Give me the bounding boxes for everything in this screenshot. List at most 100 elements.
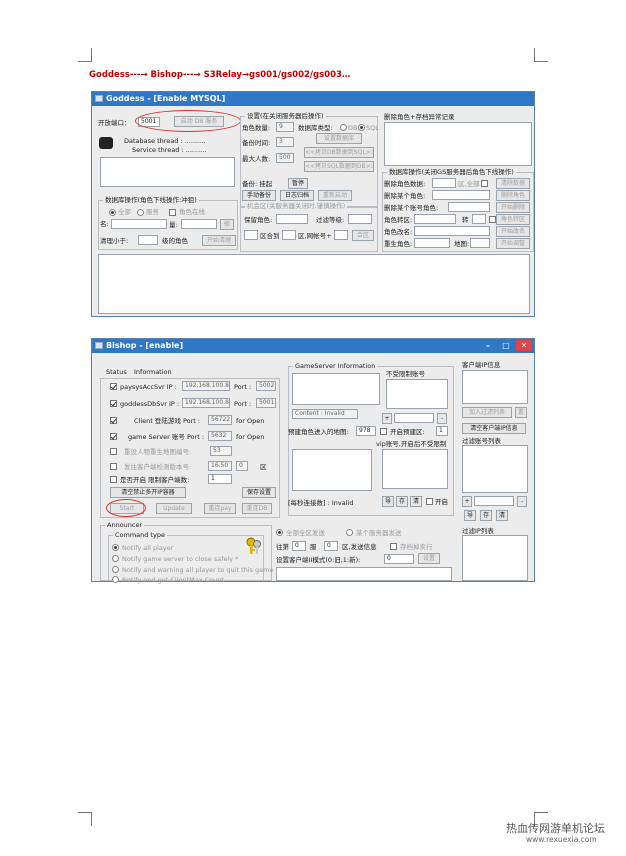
gs-port-input[interactable]: 5632 — [208, 431, 232, 441]
start-delete-button[interactable]: 开始删除 — [496, 202, 530, 213]
maximize-icon[interactable]: □ — [498, 340, 514, 351]
set-client-input[interactable]: 0 — [384, 554, 414, 564]
db-radio[interactable] — [340, 124, 347, 131]
remove-no-limit-button[interactable]: - — [437, 413, 447, 424]
clear-level-input[interactable] — [138, 235, 158, 245]
copy-sql-to-db-button[interactable]: <<拷贝SQL数据到DB>> — [304, 161, 374, 172]
max-people-input[interactable]: 500 — [276, 153, 294, 163]
keep-role-input[interactable] — [276, 214, 308, 224]
goddess-port-input[interactable]: 5001 — [256, 398, 276, 408]
reconnect-db-button[interactable]: 重连DB — [242, 503, 272, 514]
filter-import-button[interactable]: 导 — [464, 510, 476, 521]
minimize-icon[interactable]: – — [480, 340, 496, 351]
delete-role-button[interactable]: 删除角色 — [496, 190, 530, 201]
name-input[interactable] — [111, 219, 167, 229]
restart-button[interactable]: 重新启动 — [318, 190, 352, 201]
sql-radio[interactable] — [358, 124, 365, 131]
paysys-port-input[interactable]: 5002 — [256, 381, 276, 391]
no-limit-input[interactable] — [394, 413, 434, 423]
client-port-input[interactable]: 56722 — [208, 415, 232, 425]
log-archive-button[interactable]: 日志归档 — [280, 190, 314, 201]
reset-map-check[interactable] — [110, 448, 117, 455]
save-drop-check[interactable] — [390, 543, 397, 550]
announce-input[interactable] — [276, 567, 452, 581]
version-input[interactable]: 16.50 — [208, 461, 232, 471]
preset-map-input[interactable]: 978 — [356, 426, 376, 436]
some-server-radio[interactable] — [346, 529, 353, 536]
to-input[interactable]: 0 — [292, 541, 306, 551]
notify-count-radio[interactable] — [112, 576, 119, 583]
zone-all-check[interactable] — [481, 180, 488, 187]
open-limit-check[interactable] — [110, 476, 117, 483]
top-button[interactable]: 置 — [515, 407, 527, 418]
gs-port-check[interactable] — [110, 433, 117, 440]
goddess-ip-input[interactable]: 192.168.100.8 — [182, 398, 230, 408]
all-radio[interactable] — [109, 209, 116, 216]
zone-from-input[interactable] — [244, 230, 258, 240]
info-tab[interactable]: Information — [134, 368, 172, 376]
set-db-button[interactable]: 设置数据库 — [316, 133, 362, 144]
role-transfer-input[interactable] — [414, 214, 456, 224]
reset-map-input[interactable]: 53 — [210, 446, 232, 456]
version-zero-input[interactable]: 0 — [236, 461, 248, 471]
role-rename-input[interactable] — [414, 226, 490, 236]
zone-to-input[interactable] — [282, 230, 296, 240]
filter-acct-input[interactable] — [474, 496, 514, 506]
role-online-check[interactable] — [169, 209, 176, 216]
paysys-check[interactable] — [110, 383, 117, 390]
notify-all-radio[interactable] — [112, 544, 119, 551]
goddess-db-check[interactable] — [110, 400, 117, 407]
delete-zone-input[interactable] — [432, 178, 456, 188]
clear-data-button[interactable]: 清除数据 — [496, 178, 530, 189]
start-adjust-button[interactable]: 开始调整 — [496, 238, 530, 249]
filter-level-input[interactable] — [348, 214, 372, 224]
server-radio[interactable] — [137, 209, 144, 216]
server-input[interactable]: 0 — [324, 541, 338, 551]
open-create-input[interactable]: 1 — [436, 426, 448, 436]
role-count-input[interactable]: 9 — [276, 122, 294, 132]
client-port-check[interactable] — [110, 417, 117, 424]
set-button[interactable]: 设置 — [418, 553, 440, 564]
cost-button[interactable]: 修 — [220, 219, 234, 230]
manual-backup-button[interactable]: 手动备份 — [242, 190, 276, 201]
reconnect-pay-button[interactable]: 重连pay — [204, 503, 236, 514]
start-clear-button[interactable]: 开始清理 — [202, 235, 236, 246]
amount-input[interactable] — [181, 219, 217, 229]
notify-close-radio[interactable] — [112, 555, 119, 562]
pause-button[interactable]: 暂停 — [288, 178, 308, 189]
delete-acct-input[interactable] — [448, 202, 490, 212]
start-rename-button[interactable]: 开始改名 — [496, 226, 530, 237]
notify-quit-radio[interactable] — [112, 566, 119, 573]
open-small-check[interactable] — [426, 498, 433, 505]
copy-db-to-sql-button[interactable]: <<拷贝DB数据到SQL>> — [304, 147, 374, 158]
all-zone-radio[interactable] — [276, 529, 283, 536]
filter-clear-button[interactable]: 清 — [496, 510, 508, 521]
transfer-check[interactable] — [489, 216, 496, 223]
version-check[interactable] — [110, 463, 117, 470]
paysys-ip-input[interactable]: 192.168.100.8 — [182, 381, 230, 391]
add-filter-button[interactable]: 加入过滤列表 — [462, 407, 512, 418]
clear-client-ip-button[interactable]: 清空客户端IP信息 — [462, 423, 526, 434]
rebirth-role-input[interactable] — [414, 238, 450, 248]
save-settings-button[interactable]: 保存设置 — [242, 487, 276, 498]
delete-role-input[interactable] — [432, 190, 490, 200]
open-create-check[interactable] — [380, 428, 387, 435]
save-small-button[interactable]: 存 — [396, 496, 408, 507]
zone-account-input[interactable] — [334, 230, 348, 240]
clear-ban-ip-button[interactable]: 清空禁止多开IP容器 — [110, 487, 186, 498]
update-button[interactable]: Update — [156, 503, 192, 514]
backup-time-input[interactable]: 3 — [276, 137, 294, 147]
transfer-zone-input[interactable] — [472, 214, 486, 224]
add-no-limit-button[interactable]: + — [382, 413, 392, 424]
close-icon[interactable]: ✕ — [516, 340, 532, 351]
remove-filter-acct-button[interactable]: - — [517, 496, 527, 507]
map-input[interactable] — [470, 238, 490, 248]
merge-button[interactable]: 合区 — [352, 230, 374, 241]
clear-small-button[interactable]: 清 — [410, 496, 422, 507]
status-tab[interactable]: Status — [106, 368, 127, 376]
filter-save-button[interactable]: 存 — [480, 510, 492, 521]
import-button[interactable]: 导 — [382, 496, 394, 507]
role-transfer-button[interactable]: 角色转区 — [496, 214, 530, 225]
add-filter-acct-button[interactable]: + — [462, 496, 472, 507]
open-limit-input[interactable]: 1 — [208, 474, 232, 484]
